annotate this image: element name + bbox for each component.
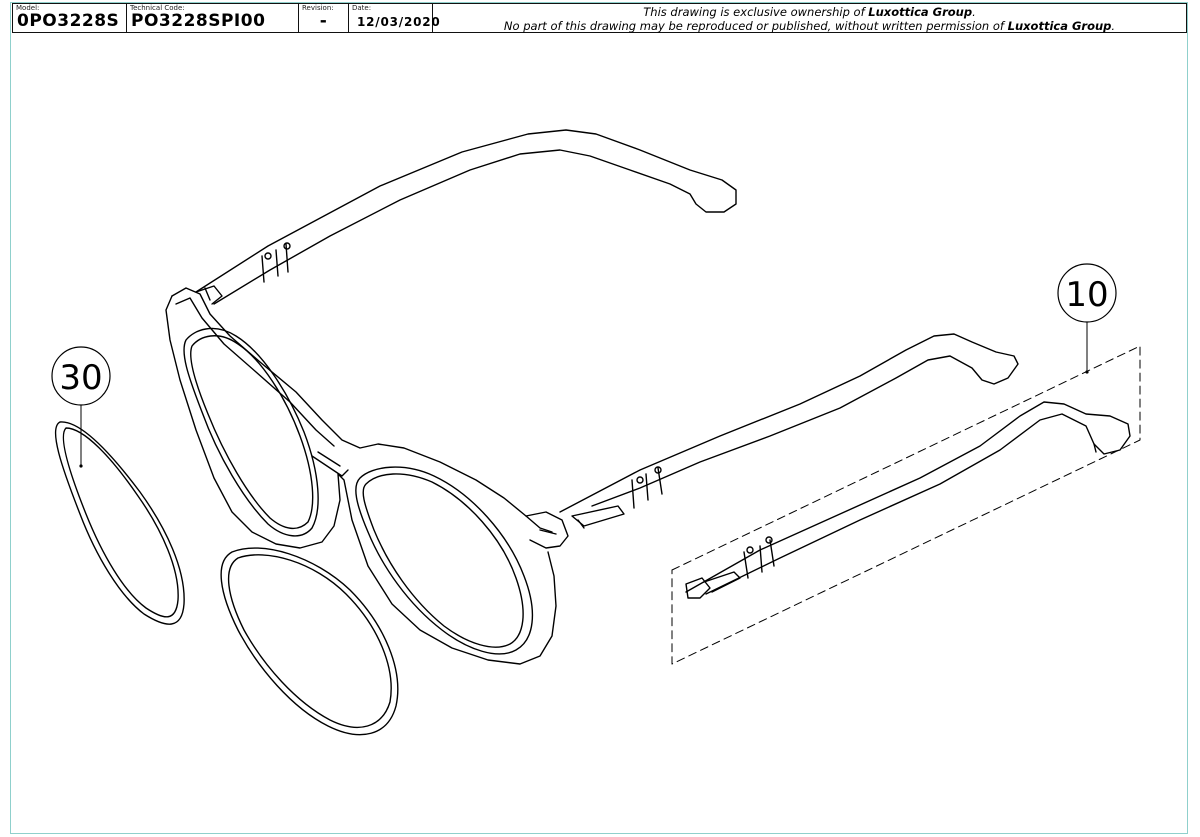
callout-10-label: 10 — [1065, 275, 1108, 315]
far-temple-arm — [195, 129, 737, 305]
callout-30-dot — [79, 464, 83, 468]
callout-10-dot — [1085, 370, 1089, 374]
exploded-part-dashed-box — [671, 345, 1141, 665]
lens-left — [54, 421, 185, 625]
callout-10: 10 — [1057, 263, 1117, 374]
near-temple-arm — [559, 333, 1019, 513]
exploded-temple-arm — [685, 401, 1131, 599]
exploded-view-drawing: 30 10 — [51, 129, 1141, 736]
callout-30-label: 30 — [59, 358, 102, 398]
lens-right — [220, 547, 399, 736]
